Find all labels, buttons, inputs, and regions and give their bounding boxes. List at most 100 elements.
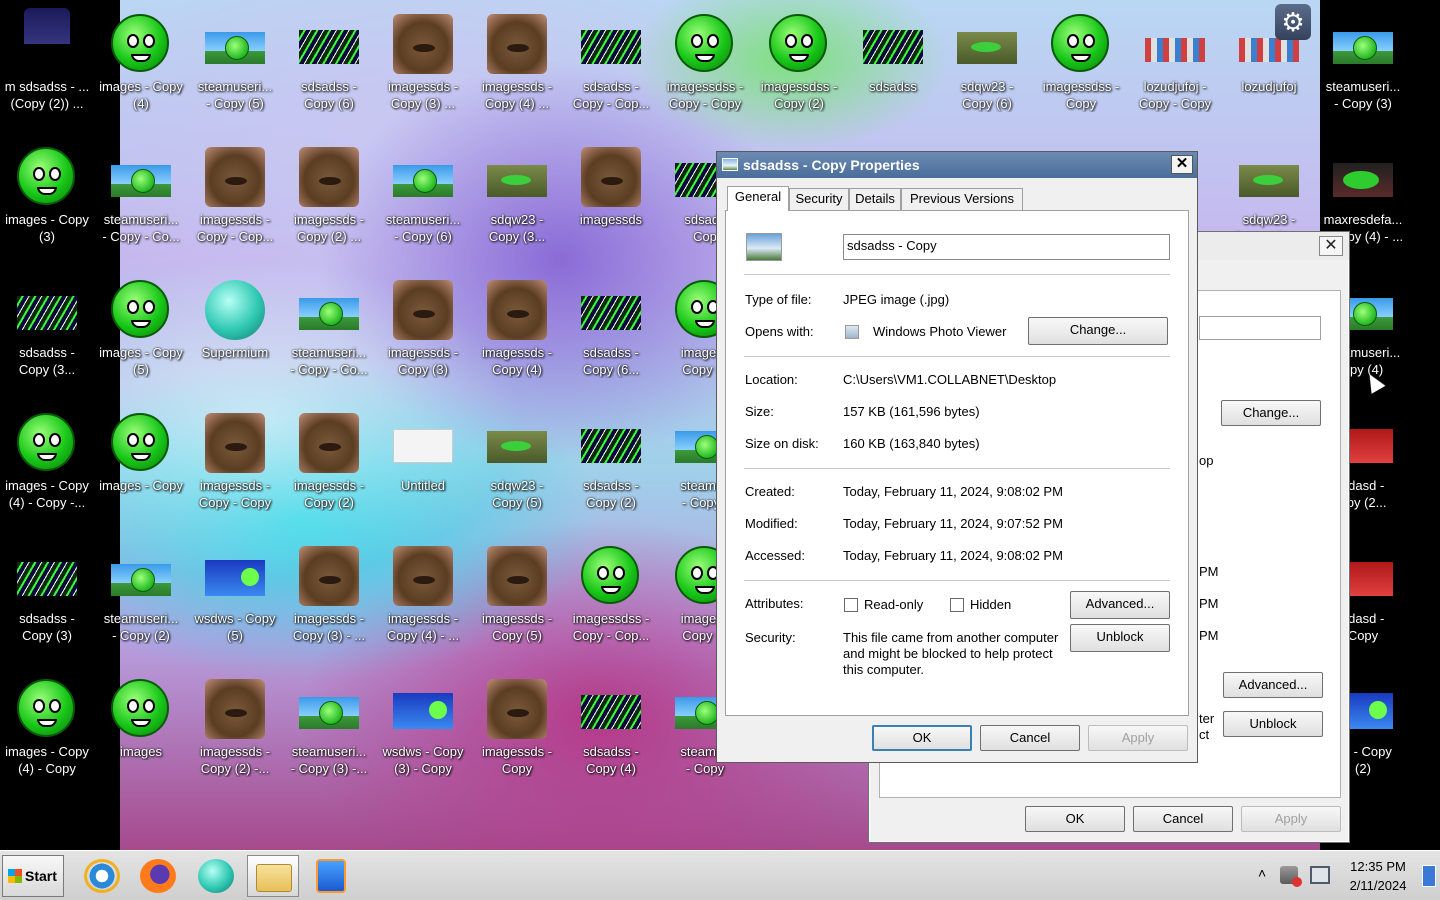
dialog-titlebar[interactable]: sdsadss - Copy Properties ✕ [717, 152, 1197, 178]
cancel-button[interactable]: Cancel [980, 725, 1080, 751]
tab-previous-versions[interactable]: Previous Versions [901, 188, 1023, 210]
desktop-icon[interactable]: steamuseri... - Copy (3) -... [282, 673, 376, 799]
start-button[interactable]: Start [2, 855, 64, 897]
taskbar-supermium[interactable] [190, 855, 242, 897]
ok-button[interactable]: OK [872, 725, 972, 751]
desktop-icon[interactable]: Supermium [188, 274, 282, 400]
desktop-icon[interactable]: images - Copy (4) [94, 8, 188, 134]
desktop-icon[interactable]: steamuseri... - Copy (3) [1316, 8, 1410, 134]
desktop-icon[interactable]: steamuseri... - Copy (2) [94, 540, 188, 666]
created-label: Created: [745, 484, 795, 499]
unblock-button[interactable]: Unblock [1070, 624, 1170, 652]
desktop-icon[interactable]: imagessds - Copy (2) ... [282, 141, 376, 267]
hidden-label[interactable]: Hidden [970, 597, 1011, 612]
advanced-button[interactable]: Advanced... [1070, 591, 1170, 619]
background-window-close-button[interactable]: ✕ [1319, 236, 1343, 256]
taskbar-internet-explorer[interactable] [76, 855, 128, 897]
eye-mark [33, 167, 45, 181]
volume-muted-icon[interactable] [1280, 866, 1302, 887]
eye-mark [801, 34, 813, 48]
desktop-icon-label: sdsadss - Copy (6) [301, 79, 357, 111]
desktop-icon[interactable]: images - Copy [94, 407, 188, 533]
background-window-name-field[interactable] [1199, 316, 1321, 340]
desktop-icon[interactable]: imagessds - Copy (2) -... [188, 673, 282, 799]
desktop-icon[interactable]: sdqw23 - Copy (5) [470, 407, 564, 533]
desktop-icon[interactable]: images - Copy (3) [0, 141, 94, 267]
desktop-icon[interactable]: sdsadss - Copy (3) [0, 540, 94, 666]
desktop-icon[interactable]: wsdws - Copy (5) [188, 540, 282, 666]
desktop-icon-label: sdqw23 - Copy (6) [960, 79, 1014, 111]
desktop-icon[interactable]: lozudjufoj - Copy - Copy [1128, 8, 1222, 134]
desktop-icon[interactable]: imagessds - Copy [470, 673, 564, 799]
desktop-icon[interactable]: sdsadss - Copy (6... [564, 274, 658, 400]
desktop-icon[interactable]: steamuseri... - Copy - Co... [94, 141, 188, 267]
desktop-icon-label: lozudjufoj - Copy - Copy [1138, 79, 1212, 111]
green-face-icon [769, 14, 827, 72]
desktop-icon[interactable]: imagessdss - Copy - Copy [658, 8, 752, 134]
tab-security[interactable]: Security [789, 188, 849, 210]
desktop-icon[interactable]: sdsadss [846, 8, 940, 134]
background-advanced-button[interactable]: Advanced... [1223, 672, 1323, 698]
clock[interactable]: 12:35 PM 2/11/2024 [1336, 857, 1420, 895]
desktop-icon[interactable]: steamuseri... - Copy - Co... [282, 274, 376, 400]
desktop-icon[interactable]: imagessds - Copy (4) ... [470, 8, 564, 134]
background-ok-button[interactable]: OK [1025, 806, 1125, 832]
attributes-label: Attributes: [745, 596, 804, 611]
background-apply-button[interactable]: Apply [1241, 806, 1341, 832]
desktop-icon[interactable]: wsdws - Copy (3) - Copy [376, 673, 470, 799]
desktop-icon[interactable]: images - Copy (5) [94, 274, 188, 400]
desktop-icon[interactable]: imagessds - Copy (3) [376, 274, 470, 400]
desktop-icon[interactable]: sdsadss - Copy (6) [282, 8, 376, 134]
desktop-icon[interactable]: imagessdss - Copy [1034, 8, 1128, 134]
background-change-button[interactable]: Change... [1221, 400, 1321, 426]
settings-shortcut[interactable]: ⚙ [1252, 2, 1322, 46]
dialog-close-button[interactable]: ✕ [1171, 155, 1193, 174]
security-label: Security: [745, 630, 796, 645]
desktop-icon[interactable]: imagessds - Copy - Copy [188, 407, 282, 533]
hidden-checkbox[interactable] [950, 598, 964, 612]
desktop-icon[interactable]: images - Copy (4) - Copy -... [0, 407, 94, 533]
tab-general[interactable]: General [727, 186, 789, 211]
file-name-input[interactable]: sdsadss - Copy [843, 234, 1170, 260]
read-only-label[interactable]: Read-only [864, 597, 923, 612]
background-security-fragment-1: ter [1199, 711, 1215, 726]
desktop-icon[interactable]: imagessds - Copy - Cop... [188, 141, 282, 267]
desktop-icon[interactable]: imagessds - Copy (5) [470, 540, 564, 666]
desktop-icon[interactable]: sdsadss - Copy (4) [564, 673, 658, 799]
taskbar-media-player[interactable] [304, 855, 356, 897]
show-desktop-button[interactable] [1422, 865, 1436, 887]
apply-button[interactable]: Apply [1088, 725, 1188, 751]
mute-badge-icon [1292, 877, 1302, 887]
eye-mark [143, 300, 155, 314]
desktop-icon[interactable]: images [94, 673, 188, 799]
desktop-icon[interactable]: sdsadss - Copy (2) [564, 407, 658, 533]
desktop-icon[interactable]: imagessds [564, 141, 658, 267]
taskbar-firefox[interactable] [132, 855, 184, 897]
desktop-icon[interactable]: steamuseri... - Copy (5) [188, 8, 282, 134]
change-program-button[interactable]: Change... [1028, 317, 1168, 345]
desktop-icon[interactable]: images - Copy (4) - Copy [0, 673, 94, 799]
desktop-icon[interactable]: sdsadss - Copy (3... [0, 274, 94, 400]
desktop-icon[interactable]: imagessds - Copy (3) ... [376, 8, 470, 134]
background-unblock-button[interactable]: Unblock [1223, 711, 1323, 737]
desktop-icon[interactable]: imagessds - Copy (4) - ... [376, 540, 470, 666]
desktop-icon[interactable]: imagessds - Copy (4) [470, 274, 564, 400]
desktop-icon[interactable]: sdqw23 - Copy (6) [940, 8, 1034, 134]
desktop-icon[interactable]: sdsadss - Copy - Cop... [564, 8, 658, 134]
desktop-icon[interactable]: m sdsadss - ... (Copy (2)) ... [0, 8, 94, 134]
background-cancel-button[interactable]: Cancel [1133, 806, 1233, 832]
taskbar-file-explorer[interactable] [247, 855, 299, 897]
desktop-icon[interactable]: Untitled [376, 407, 470, 533]
desktop-icon[interactable]: sdqw23 - Copy (3... [470, 141, 564, 267]
recycle-bin-icon [24, 8, 70, 44]
show-hidden-icons-chevron[interactable]: ˄ [1258, 865, 1266, 881]
network-icon[interactable] [1310, 866, 1330, 884]
desktop-icon-label: images [120, 744, 162, 759]
read-only-checkbox[interactable] [844, 598, 858, 612]
tab-details[interactable]: Details [849, 188, 901, 210]
desktop-icon[interactable]: steamuseri... - Copy (6) [376, 141, 470, 267]
desktop-icon[interactable]: imagessds - Copy (2) [282, 407, 376, 533]
desktop-icon[interactable]: imagessdss - Copy - Cop... [564, 540, 658, 666]
desktop-icon[interactable]: imagessdss - Copy (2) [752, 8, 846, 134]
desktop-icon[interactable]: imagessds - Copy (3) - ... [282, 540, 376, 666]
